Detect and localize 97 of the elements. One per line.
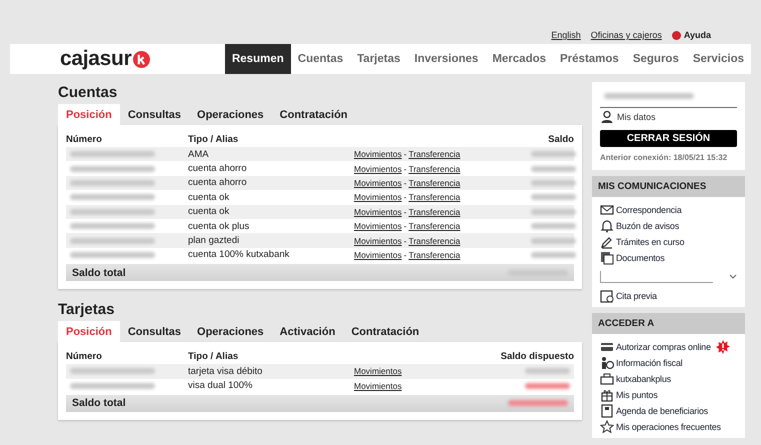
envelope-icon xyxy=(600,203,614,217)
table-cell-text: cuenta ok xyxy=(188,206,230,218)
nav-tab[interactable]: Resumen xyxy=(224,44,291,74)
sidebar-link[interactable]: Mis datos xyxy=(617,112,656,122)
table-cell-text: cuenta ahorro xyxy=(188,177,248,188)
table-link[interactable]: Movimientos xyxy=(354,380,402,391)
nav-tab[interactable]: Préstamos xyxy=(553,44,626,74)
column-header: Número xyxy=(66,134,103,144)
sidebar-link[interactable]: Correspondencia xyxy=(616,205,682,215)
table-link[interactable]: Transferencia xyxy=(408,221,460,232)
tab[interactable]: Operaciones xyxy=(189,321,272,342)
table-cell-text: tarjeta visa débito xyxy=(188,366,264,377)
table-link[interactable]: Transferencia xyxy=(408,149,460,160)
help-link[interactable]: Ayuda xyxy=(672,30,711,40)
nav-tab[interactable]: Inversiones xyxy=(407,44,486,74)
info-icon xyxy=(600,356,614,370)
table-cell-text: cuenta ok xyxy=(188,192,230,203)
sidebar-link[interactable]: Mis operaciones frecuentes xyxy=(616,422,721,432)
table-link[interactable]: Transferencia xyxy=(408,178,460,188)
bell-icon xyxy=(600,219,614,233)
caret-icon xyxy=(729,274,737,280)
sidebar-link[interactable]: Trámites en curso xyxy=(616,237,684,247)
tab[interactable]: Posición xyxy=(58,104,120,125)
table-link[interactable]: Movimientos xyxy=(354,178,402,188)
section-title: Tarjetas xyxy=(58,301,116,318)
separator: - xyxy=(404,164,407,174)
sidebar-link[interactable]: Mis puntos xyxy=(616,390,658,400)
separator: - xyxy=(404,178,407,188)
separator: - xyxy=(404,221,407,232)
table-cell-text: cuenta ok plus xyxy=(188,220,250,232)
top-link[interactable]: English xyxy=(551,30,581,40)
tab[interactable]: Contratación xyxy=(272,104,356,125)
calendar-icon xyxy=(600,289,614,303)
nav-tab[interactable]: Mercados xyxy=(485,44,554,74)
column-header: Tipo / Alias xyxy=(188,350,240,362)
table-link[interactable]: Movimientos xyxy=(354,206,402,217)
table-link[interactable]: Transferencia xyxy=(408,236,460,246)
last-login-text: Anterior conexión: 18/05/21 15:32 xyxy=(600,153,728,162)
table-cell-text: cuenta 100% kutxabank xyxy=(188,249,290,260)
table-link[interactable]: Movimientos xyxy=(354,221,402,232)
table-link[interactable]: Movimientos xyxy=(354,192,402,202)
sidebar-link[interactable]: Buzón de avisos xyxy=(616,221,680,231)
column-header: Saldo xyxy=(548,134,574,144)
table-link[interactable]: Movimientos xyxy=(354,250,402,260)
agenda-icon xyxy=(600,404,614,418)
card-icon xyxy=(600,340,614,354)
dropdown-field[interactable] xyxy=(600,269,737,285)
separator: - xyxy=(404,149,407,160)
table-cell-text: visa dual 100% xyxy=(188,380,254,392)
table-link[interactable]: Transferencia xyxy=(408,250,460,260)
logo-mark-icon xyxy=(133,50,150,68)
logout-button[interactable]: CERRAR SESIÓN xyxy=(600,130,737,147)
table-link[interactable]: Transferencia xyxy=(408,164,460,174)
panel-title: ACCEDER A xyxy=(592,313,745,334)
sidebar-link[interactable]: kutxabankplus xyxy=(616,374,671,384)
user-icon xyxy=(600,110,614,124)
tab[interactable]: Consultas xyxy=(120,104,190,125)
logo[interactable]: cajasur xyxy=(60,47,225,71)
sidebar-link[interactable]: Autorizar compras online xyxy=(616,342,711,352)
sidebar-link[interactable]: Documentos xyxy=(616,253,665,263)
nav-tab[interactable]: Servicios xyxy=(686,44,751,74)
sidebar-link[interactable]: Agenda de beneficiarios xyxy=(616,406,708,416)
total-label: Saldo total xyxy=(72,397,126,410)
table-link[interactable]: Movimientos xyxy=(354,164,402,174)
pen-icon xyxy=(600,235,614,249)
table-cell-text: AMA xyxy=(188,148,210,160)
table-link[interactable]: Movimientos xyxy=(354,149,402,160)
sidebar-link[interactable]: Cita previa xyxy=(616,291,657,301)
table-link[interactable]: Movimientos xyxy=(354,236,402,246)
table-cell-text: cuenta ahorro xyxy=(188,163,248,174)
separator: - xyxy=(404,236,407,246)
separator: - xyxy=(404,192,407,202)
docs-icon xyxy=(600,251,614,265)
separator: - xyxy=(404,206,407,217)
table-link[interactable]: Transferencia xyxy=(408,192,460,202)
sidebar-link[interactable]: Información fiscal xyxy=(616,358,682,368)
table-link[interactable]: Transferencia xyxy=(408,206,460,217)
tab[interactable]: Contratación xyxy=(343,321,428,342)
top-link[interactable]: Oficinas y cajeros xyxy=(590,30,662,40)
nav-tab[interactable]: Cuentas xyxy=(290,44,350,74)
tab[interactable]: Consultas xyxy=(120,321,190,342)
gift-icon xyxy=(600,388,614,402)
nav-tab[interactable]: Tarjetas xyxy=(350,44,408,74)
total-label: Saldo total xyxy=(72,266,126,279)
section-title: Cuentas xyxy=(58,84,118,101)
tab[interactable]: Posición xyxy=(58,321,120,342)
table-link[interactable]: Movimientos xyxy=(354,366,402,376)
column-header: Tipo / Alias xyxy=(188,134,240,144)
nav-tab[interactable]: Seguros xyxy=(626,44,686,74)
panel-title: MIS COMUNICACIONES xyxy=(592,176,745,197)
table-cell-text: plan gaztedi xyxy=(188,235,240,246)
star-icon xyxy=(600,420,614,434)
column-header: Número xyxy=(66,350,103,362)
separator: - xyxy=(404,250,407,260)
tab[interactable]: Operaciones xyxy=(189,104,272,125)
tab[interactable]: Activación xyxy=(272,321,344,342)
column-header: Saldo dispuesto xyxy=(500,350,574,362)
